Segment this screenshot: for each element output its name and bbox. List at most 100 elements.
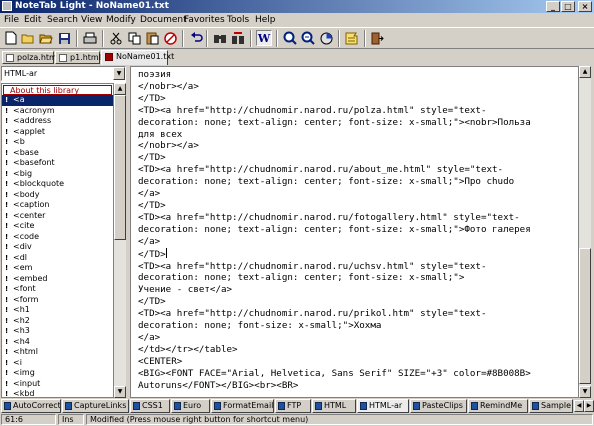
editor-line[interactable]: </TD> [138,93,531,105]
menu-view[interactable]: View [81,15,102,25]
editor-line[interactable]: </nobr></a> [138,140,531,152]
clip-item[interactable]: ! <acronym [2,106,113,117]
editor-line[interactable]: <TD><a href="http://chudnomir.narod.ru/p… [138,105,531,117]
clip-item[interactable]: ! <img [2,368,113,379]
clip-item[interactable]: ! <big [2,169,113,180]
menu-help[interactable]: Help [255,15,276,25]
scroll-up-icon[interactable]: ▲ [114,83,126,95]
clip-tab-autocorrect[interactable]: AutoCorrect [1,399,61,413]
clip-item[interactable]: ! <blockquote [2,179,113,190]
editor-line[interactable]: Autoruns</FONT></BIG><br><BR> [138,380,531,392]
editor-line[interactable]: </nobr></a> [138,81,531,93]
clip-item[interactable]: ! <center [2,211,113,222]
editor-line[interactable]: Учение - свет</a> [138,284,531,296]
clip-item[interactable]: ! <applet [2,127,113,138]
clip-item[interactable]: ! <h2 [2,316,113,327]
editor-scrollbar[interactable]: ▲ ▼ [579,66,591,398]
library-header[interactable]: About this library [3,85,112,95]
editor-line[interactable]: decoration: none; text-align: center; fo… [138,176,531,188]
clip-item[interactable]: ! <h4 [2,337,113,348]
find-icon[interactable] [212,30,228,46]
editor-line[interactable]: decoration: none; text-align: center; fo… [138,224,531,236]
paste-icon[interactable] [144,30,160,46]
clip-tab-html[interactable]: HTML [312,399,356,413]
editor-line[interactable]: <BIG><FONT FACE="Arial, Helvetica, Sans … [138,368,531,380]
editor-line[interactable]: <TD><a href="http://chudnomir.narod.ru/f… [138,212,531,224]
editor-line[interactable]: </TD> [138,247,531,261]
editor-line[interactable]: <CENTER> [138,356,531,368]
clip-item[interactable]: ! <html [2,347,113,358]
replace-icon[interactable] [230,30,246,46]
clip-tab-remindme[interactable]: RemindMe [468,399,528,413]
editor-line[interactable]: decoration: none; text-align: center; fo… [138,272,531,284]
clear-icon[interactable] [162,30,178,46]
new-file-icon[interactable] [3,30,19,46]
editor-line[interactable]: <TD><a href="http://chudnomir.narod.ru/u… [138,261,531,273]
menu-modify[interactable]: Modify [106,15,136,25]
editor-line[interactable]: </a> [138,188,531,200]
print-icon[interactable] [82,30,98,46]
clip-item[interactable]: ! <dl [2,253,113,264]
clip-list-scrollbar[interactable]: ▲ ▼ [114,83,126,398]
word-wrap-icon[interactable]: W [256,30,272,46]
menu-favorites[interactable]: Favorites [184,15,225,25]
scroll-down-icon[interactable]: ▼ [579,386,591,398]
exit-icon[interactable] [369,30,385,46]
clip-tab-euro[interactable]: Euro [171,399,210,413]
editor-line[interactable]: </TD> [138,296,531,308]
maximize-icon[interactable]: □ [561,1,575,12]
menu-file[interactable]: File [4,15,19,25]
menu-edit[interactable]: Edit [24,15,41,25]
clip-tab-css1[interactable]: CSS1 [130,399,170,413]
clip-item[interactable]: ! <form [2,295,113,306]
open-file-icon[interactable] [20,30,36,46]
doc-tab-polza[interactable]: polza.html [2,51,59,64]
close-icon[interactable]: × [578,1,592,12]
tab-scroll-left-icon[interactable]: ◀ [574,400,584,412]
menu-tools[interactable]: Tools [227,15,249,25]
clip-item[interactable]: ! <base [2,148,113,159]
clip-item[interactable]: ! <embed [2,274,113,285]
scroll-thumb[interactable] [579,248,591,384]
clip-list[interactable]: About this library ! <a! <acronym! <address… [1,83,114,398]
clip-item[interactable]: ! <kbd [2,389,113,397]
clip-item[interactable]: ! <h1 [2,305,113,316]
clip-item[interactable]: ! <input [2,379,113,390]
editor-line[interactable]: </td></tr></table> [138,344,531,356]
minimize-icon[interactable]: _ [546,1,560,12]
clip-item[interactable]: ! <body [2,190,113,201]
editor-line[interactable]: </TD> [138,152,531,164]
clip-item[interactable]: ! <h3 [2,326,113,337]
editor-line[interactable]: </a> [138,236,531,248]
editor-text[interactable]: поэзия </nobr></a> </TD> <TD><a href="http:… [138,69,531,391]
editor-line[interactable]: <TD><a href="http://chudnomir.narod.ru/a… [138,164,531,176]
library-select[interactable]: HTML-ar ▼ [1,66,126,81]
insert-mode[interactable]: Ins [58,414,84,425]
clip-item[interactable]: ! <em [2,263,113,274]
text-editor[interactable]: поэзия </nobr></a> </TD> <TD><a href="http:… [130,66,579,398]
doc-tab-p1[interactable]: p1.html [55,51,101,64]
clip-item[interactable]: ! <cite [2,221,113,232]
clip-item[interactable]: ! <address [2,116,113,127]
menu-document[interactable]: Document [140,15,187,25]
doc-tab-noname01[interactable]: NoName01.txt [101,50,174,65]
clip-item[interactable]: ! <font [2,284,113,295]
clip-tab-ftp[interactable]: FTP [275,399,311,413]
clip-tab-capturelinks[interactable]: CaptureLinks [62,399,129,413]
editor-line[interactable]: </TD> [138,200,531,212]
copy-icon[interactable] [126,30,142,46]
clip-item[interactable]: ! <caption [2,200,113,211]
clip-item[interactable]: ! <b [2,137,113,148]
tab-scroll-right-icon[interactable]: ▶ [584,400,594,412]
scroll-down-icon[interactable]: ▼ [114,386,126,398]
scroll-thumb[interactable] [114,95,126,240]
text-statistics-icon[interactable] [318,30,334,46]
clip-tab-pasteclips[interactable]: PasteClips [410,399,467,413]
editor-line[interactable]: для всех [138,129,531,141]
menu-search[interactable]: Search [47,15,78,25]
zoom-in-icon[interactable] [282,30,298,46]
cut-icon[interactable] [108,30,124,46]
clip-item[interactable]: ! <code [2,232,113,243]
editor-line[interactable]: decoration: none; text-align: center; fo… [138,117,531,129]
clipbook-icon[interactable] [344,30,360,46]
